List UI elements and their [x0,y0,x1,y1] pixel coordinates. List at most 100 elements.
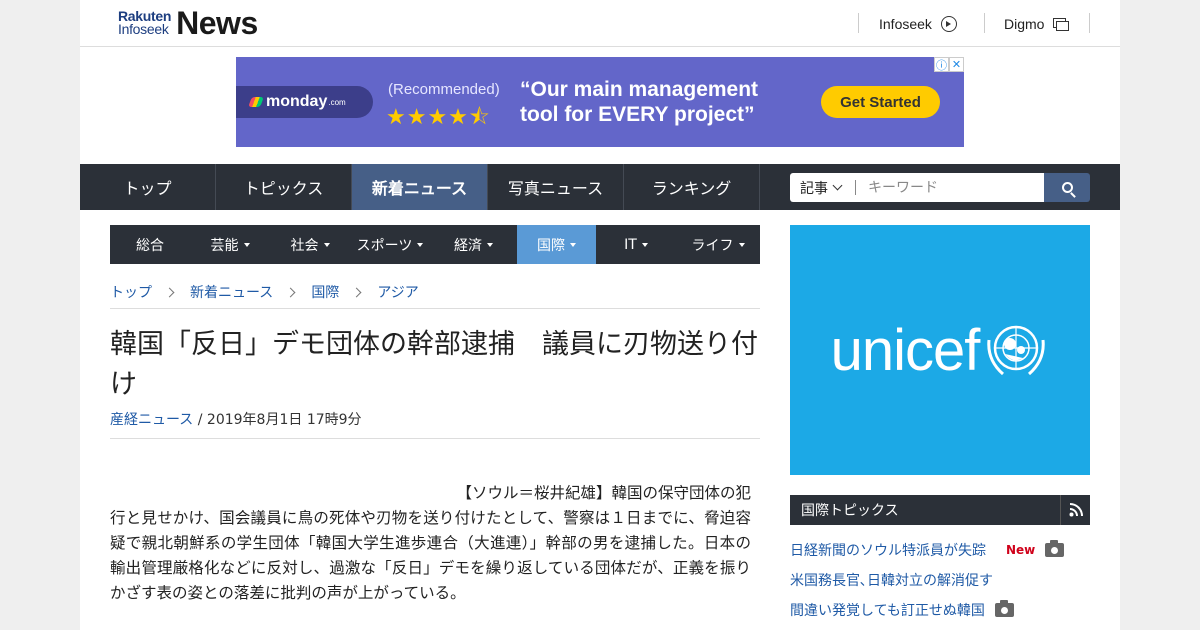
topic-link[interactable]: 日経新聞のソウル特派員が失踪 [790,540,986,560]
ad-headline-line: “Our main management [520,78,759,101]
ad-brand-name: monday [266,93,328,110]
category-tab-label: 総合 [136,237,164,254]
search-type-value: 記事 [800,180,828,197]
camera-icon [994,600,1014,617]
main-nav-new-news[interactable]: 新着ニュース [352,164,488,210]
article-body: 【ソウル＝桜井紀雄】韓国の保守団体の犯 行と見せかけ、国会議員に鳥の死体や刃物を… [110,481,751,606]
caret-down-icon [641,242,648,247]
topic-link[interactable]: 米国務長官､日韓対立の解消促す [790,570,993,590]
topics-header: 国際トピックス [790,495,1090,525]
article-title: 韓国「反日」デモ団体の幹部逮捕 議員に刃物送り付け [110,329,758,400]
category-tab-label: IT [624,236,637,253]
ad-close-icon[interactable]: ✕ [949,57,964,72]
main-nav-topics[interactable]: トピックス [216,164,352,210]
category-tab-sports[interactable]: スポーツ [350,225,430,264]
rss-button[interactable] [1060,495,1090,525]
header-divider [1089,13,1090,33]
divider [110,308,760,309]
ad-brand-suffix: .com [328,97,346,107]
caret-down-icon [487,242,493,247]
divider [110,438,760,439]
search-type-select[interactable]: 記事 [790,173,856,202]
category-tab-label: 経済 [454,237,482,254]
ad-choices[interactable]: ⓘ ✕ [934,57,964,72]
main-nav-ranking[interactable]: ランキング [624,164,760,210]
caret-down-icon [243,242,250,247]
category-tab-life[interactable]: ライフ [676,225,760,264]
search-bar: 記事 [790,173,1090,202]
breadcrumb: トップ 新着ニュース 国際 アジア [110,282,419,302]
category-tab-label: 国際 [537,237,565,254]
unicef-emblem-icon [987,325,1046,376]
caret-down-icon [738,242,745,247]
search-button[interactable] [1044,173,1090,202]
topic-item: 日経新聞のソウル特派員が失踪 New [790,535,1090,565]
category-tab-economy[interactable]: 経済 [430,225,517,264]
header-link-infoseek[interactable]: Infoseek [879,14,957,34]
logo-infoseek-text: Infoseek [118,21,169,37]
topic-link[interactable]: 間違い発覚しても訂正せぬ韓国 [790,600,985,620]
caret-down-icon [570,242,576,247]
breadcrumb-new-news[interactable]: 新着ニュース [190,282,273,302]
site-header: Rakuten Infoseek News Infoseek Digmo [80,0,1120,47]
topic-item: 米国務長官､日韓対立の解消促す [790,565,1090,595]
category-tab-label: スポーツ [356,237,413,254]
ad-rating-stars: ★★★★⯪ [386,104,491,129]
site-logo[interactable]: Rakuten Infoseek News [118,4,258,41]
new-badge: New [1006,543,1036,557]
ad-recommended: (Recommended) [388,81,500,98]
ad-headline-line: tool for EVERY project” [520,103,755,126]
main-nav-photo-news[interactable]: 写真ニュース [488,164,624,210]
category-tab-label: ライフ [691,237,734,254]
unicef-banner[interactable]: unicef [790,225,1090,475]
header-link-label: Infoseek [879,16,932,32]
unicef-wordmark: unicef [830,317,981,383]
chevron-down-icon [832,180,843,191]
article-meta: 産経ニュース / 2019年8月1日 17時9分 [110,409,362,429]
monday-logo-icon [248,97,264,107]
header-divider [984,13,985,33]
category-tab-entertainment[interactable]: 芸能 [190,225,270,264]
category-tab-label: 社会 [290,237,319,254]
search-input[interactable] [856,173,1044,202]
chevron-right-icon [164,287,175,297]
topics-header-title: 国際トピックス [801,503,899,519]
breadcrumb-asia[interactable]: アジア [377,282,418,302]
caret-down-icon [323,242,330,247]
category-nav: 総合 芸能 社会 スポーツ 経済 国際 IT ライフ [110,225,760,264]
search-icon [1061,182,1073,193]
ad-brand-logo: monday .com [236,86,373,118]
header-divider [858,13,859,33]
main-nav-top[interactable]: トップ [80,164,216,210]
ad-info-icon[interactable]: ⓘ [934,57,949,72]
topics-list: 日経新聞のソウル特派員が失踪 New 米国務長官､日韓対立の解消促す 間違い発覚… [790,535,1090,625]
category-tab-general[interactable]: 総合 [110,225,190,264]
ad-cta-button[interactable]: Get Started [821,86,940,118]
article-lead: 【ソウル＝桜井紀雄】韓国の保守団体の犯 [456,484,751,502]
caret-down-icon [417,242,424,247]
article-date: / 2019年8月1日 17時9分 [193,412,362,428]
breadcrumb-international[interactable]: 国際 [311,282,339,302]
article-paragraph: 行と見せかけ、国会議員に鳥の死体や刃物を送り付けたとして、警察は１日までに、脅迫… [110,509,751,602]
breadcrumb-top[interactable]: トップ [110,282,152,302]
ad-headline: “Our main management tool for EVERY proj… [520,77,758,127]
arrow-circle-icon [940,16,957,32]
topic-item: 間違い発覚しても訂正せぬ韓国 [790,595,1090,625]
page: Rakuten Infoseek News Infoseek Digmo mon… [80,0,1120,630]
chevron-right-icon [285,287,296,297]
header-link-label: Digmo [1004,16,1045,32]
window-icon [1053,18,1070,31]
header-link-digmo[interactable]: Digmo [1004,14,1070,34]
chevron-right-icon [351,287,362,297]
ad-banner[interactable]: monday .com (Recommended) ★★★★⯪ “Our mai… [236,57,964,147]
article-source-link[interactable]: 産経ニュース [110,412,193,428]
camera-icon [1045,540,1065,557]
category-tab-international[interactable]: 国際 [517,225,596,264]
logo-news-text: News [176,4,258,41]
rss-icon [1069,503,1083,517]
category-tab-label: 芸能 [210,237,239,254]
category-tab-it[interactable]: IT [596,225,676,264]
logo-brand-text: Rakuten Infoseek [118,9,171,37]
main-nav: トップ トピックス 新着ニュース 写真ニュース ランキング 記事 [80,164,1120,210]
category-tab-society[interactable]: 社会 [270,225,350,264]
